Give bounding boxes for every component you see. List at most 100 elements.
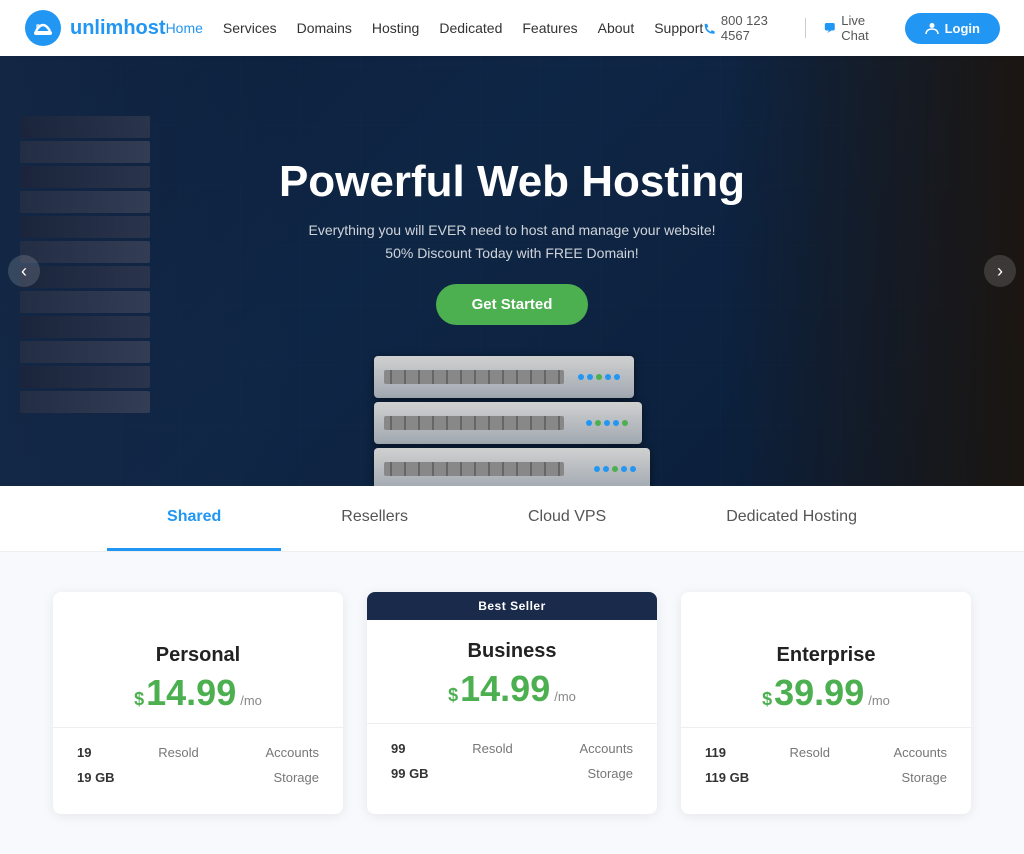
pricing-card-business: Best Seller Business $ 14.99 /mo 99 Reso… [367, 592, 657, 814]
pricing-card-personal: Personal $ 14.99 /mo 19 Resold Accounts … [53, 592, 343, 814]
card-title-personal: Personal [77, 644, 319, 667]
hero-section: ‹ Powerful Web Hosting Everything you wi… [0, 56, 1024, 486]
nav-home[interactable]: Home [166, 20, 203, 36]
price-dollar: $ [448, 685, 458, 706]
server-unit-1 [374, 356, 634, 398]
login-button[interactable]: Login [905, 13, 1000, 44]
hero-rack-right [724, 56, 1024, 486]
card-feature-storage-business: 99 GB Storage [367, 761, 657, 786]
card-feature-resold-business: 99 Resold Accounts [367, 736, 657, 761]
drive-light [603, 466, 609, 472]
card-no-badge [681, 592, 971, 624]
drive-light [630, 466, 636, 472]
tabs-container: Shared Resellers Cloud VPS Dedicated Hos… [0, 486, 1024, 551]
feature-value: 119 GB [705, 770, 749, 785]
feature-label: Resold [472, 741, 512, 756]
logo[interactable]: unlimhost [24, 9, 166, 47]
card-divider [681, 727, 971, 728]
price-period-personal: /mo [240, 693, 262, 708]
drive-light [594, 466, 600, 472]
tab-cloud-vps[interactable]: Cloud VPS [468, 486, 666, 551]
tab-shared[interactable]: Shared [107, 486, 281, 551]
pricing-cards: Personal $ 14.99 /mo 19 Resold Accounts … [40, 592, 984, 814]
card-divider [53, 727, 343, 728]
price-dollar: $ [134, 689, 144, 710]
hosting-tabs: Shared Resellers Cloud VPS Dedicated Hos… [0, 486, 1024, 552]
hero-prev-button[interactable]: ‹ [8, 255, 40, 287]
drive-lights-1 [578, 374, 620, 380]
feature-label: Storage [587, 766, 633, 781]
server-image [374, 356, 650, 486]
drive-light [621, 466, 627, 472]
nav-about[interactable]: About [598, 20, 635, 36]
drive-light [614, 374, 620, 380]
nav-domains[interactable]: Domains [297, 20, 352, 36]
nav-services[interactable]: Services [223, 20, 277, 36]
feature-value: 19 GB [77, 770, 115, 785]
price-amount-personal: 14.99 [146, 675, 236, 711]
price-period-business: /mo [554, 689, 576, 704]
feature-label: Resold [790, 745, 830, 760]
feature-value: 99 [391, 741, 405, 756]
drive-lights-3 [594, 466, 636, 472]
server-unit-2 [374, 402, 642, 444]
card-body-personal: Personal $ 14.99 /mo [53, 624, 343, 711]
card-price-enterprise: $ 39.99 /mo [705, 675, 947, 711]
feature-value: 119 [705, 745, 726, 760]
feature-label: Storage [901, 770, 947, 785]
card-no-badge [53, 592, 343, 624]
tab-resellers[interactable]: Resellers [281, 486, 468, 551]
drive-light [604, 420, 610, 426]
card-price-personal: $ 14.99 /mo [77, 675, 319, 711]
feature-label: Resold [158, 745, 198, 760]
nav-support[interactable]: Support [654, 20, 703, 36]
price-period-enterprise: /mo [868, 693, 890, 708]
nav-hosting[interactable]: Hosting [372, 20, 419, 36]
card-badge-business: Best Seller [367, 592, 657, 620]
drive-light [605, 374, 611, 380]
header-right: 800 123 4567 Live Chat Login [703, 13, 1000, 44]
pricing-section: Personal $ 14.99 /mo 19 Resold Accounts … [0, 552, 1024, 854]
card-title-enterprise: Enterprise [705, 644, 947, 667]
logo-text: unlimhost [70, 17, 166, 40]
hero-title: Powerful Web Hosting [279, 157, 745, 208]
live-chat-button[interactable]: Live Chat [824, 13, 887, 43]
hero-subtitle: Everything you will EVER need to host an… [308, 219, 715, 264]
card-feature-resold-enterprise: 119 Resold Accounts [681, 740, 971, 765]
price-amount-business: 14.99 [460, 671, 550, 707]
server-unit-3 [374, 448, 650, 486]
card-price-business: $ 14.99 /mo [391, 671, 633, 707]
drive-light [578, 374, 584, 380]
drive-light [586, 420, 592, 426]
header-divider [805, 18, 806, 38]
hero-next-button[interactable]: › [984, 255, 1016, 287]
phone-icon [703, 21, 715, 35]
nav-dedicated[interactable]: Dedicated [439, 20, 502, 36]
tab-dedicated[interactable]: Dedicated Hosting [666, 486, 917, 551]
card-body-business: Business $ 14.99 /mo [367, 620, 657, 707]
card-feature-resold-personal: 19 Resold Accounts [53, 740, 343, 765]
drive-lights-2 [586, 420, 628, 426]
card-divider [367, 723, 657, 724]
login-icon [925, 21, 939, 35]
card-feature-storage-enterprise: 119 GB Storage [681, 765, 971, 790]
feature-unit: Accounts [580, 741, 633, 756]
hero-content: Powerful Web Hosting Everything you will… [279, 157, 745, 325]
drive-light [612, 466, 618, 472]
price-amount-enterprise: 39.99 [774, 675, 864, 711]
chat-icon [824, 21, 836, 35]
card-feature-storage-personal: 19 GB Storage [53, 765, 343, 790]
phone-number: 800 123 4567 [703, 13, 787, 43]
card-title-business: Business [391, 640, 633, 663]
header: unlimhost Home Services Domains Hosting … [0, 0, 1024, 56]
feature-value: 19 [77, 745, 91, 760]
drive-light [595, 420, 601, 426]
drive-light [622, 420, 628, 426]
nav-features[interactable]: Features [522, 20, 577, 36]
card-body-enterprise: Enterprise $ 39.99 /mo [681, 624, 971, 711]
drive-light [613, 420, 619, 426]
logo-icon [24, 9, 62, 47]
get-started-button[interactable]: Get Started [436, 284, 589, 325]
feature-unit: Accounts [266, 745, 319, 760]
main-nav: Home Services Domains Hosting Dedicated … [166, 20, 704, 36]
